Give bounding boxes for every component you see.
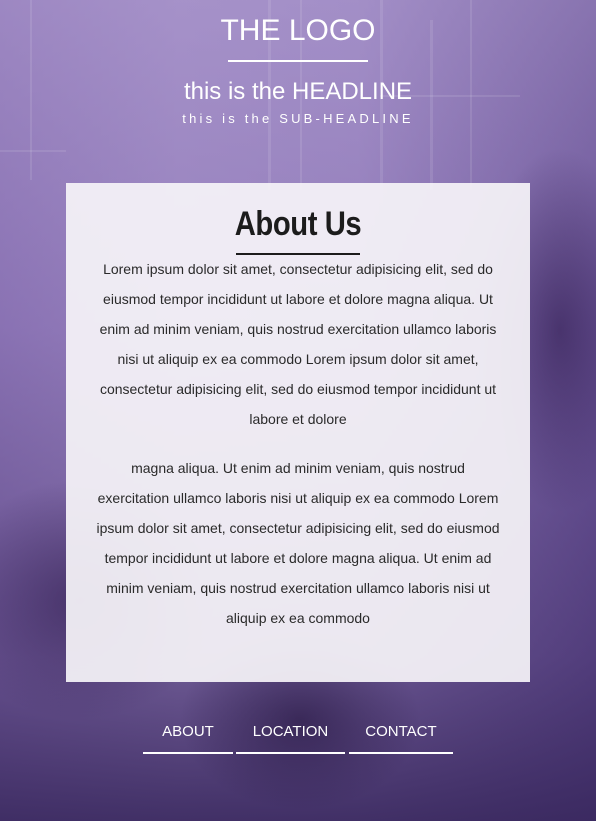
sub-headline: this is the SUB-HEADLINE <box>182 111 414 126</box>
nav-link-contact[interactable]: CONTACT <box>349 716 453 754</box>
about-paragraph-1: Lorem ipsum dolor sit amet, consectetur … <box>99 261 497 427</box>
nav-link-location[interactable]: LOCATION <box>236 716 345 754</box>
logo-underline <box>228 60 368 62</box>
headline: this is the HEADLINE <box>183 78 413 105</box>
about-paragraph-2: magna aliqua. Ut enim ad minim veniam, q… <box>96 460 500 626</box>
logo-text: THE LOGO <box>220 14 376 47</box>
nav-link-about[interactable]: ABOUT <box>143 716 233 754</box>
about-title: About Us <box>234 205 362 243</box>
footer-nav: ABOUT LOCATION CONTACT <box>0 716 596 756</box>
about-card: About Us Lorem ipsum dolor sit amet, con… <box>66 183 530 682</box>
